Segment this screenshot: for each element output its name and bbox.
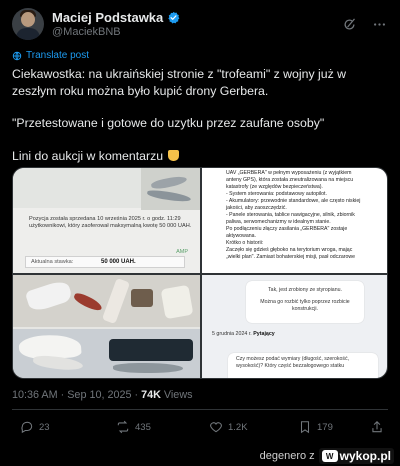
tweet-header: Maciej Podstawka @MaciekBNB <box>12 8 388 40</box>
description-line: paliwa, serwomechanizmy w idealnym stani… <box>226 219 331 225</box>
media-image-description[interactable]: UAV „GERBERA" w pełnym wyposażeniu (z wy… <box>202 168 387 273</box>
description-line: Po podłączeniu złączy zasilania „GERBERA… <box>226 226 348 232</box>
chat-reply-bubble: Tak, jest zrobiony ze styropianu. Można … <box>246 281 364 323</box>
watermark-site: wykop.pl <box>339 449 391 463</box>
more-options-icon[interactable] <box>370 15 388 33</box>
description-line: katastrofy (ze względów bezpieczeństwa). <box>226 184 323 190</box>
tweet-date[interactable]: Sep 10, 2025 <box>67 389 131 401</box>
chat-date-line: 5 grudnia 2024 r. Pytający <box>212 331 275 337</box>
drone-photo <box>13 275 200 327</box>
heart-icon <box>210 422 222 433</box>
listing-sold-text: Pozycja została sprzedana 10 września 20… <box>29 216 192 229</box>
current-bid-row: Aktualna stawka: 50 000 UAH. <box>25 256 185 268</box>
wykop-logo-icon: W <box>321 450 338 462</box>
description-line: - Akumulatory: przewodnie standardowe, a… <box>226 198 361 204</box>
divider <box>12 409 388 410</box>
avatar[interactable] <box>12 8 44 40</box>
current-bid-value: 50 000 UAH. <box>101 259 136 265</box>
description-line: - Panele sterowania, tablice nawigacyjne… <box>226 212 355 218</box>
bookmark-icon <box>300 421 310 434</box>
chat-reply-line: Tak, jest zrobiony ze styropianu. <box>268 287 342 293</box>
views-label: Views <box>163 389 193 401</box>
description-line: Zaczęło się gdzieś głęboko na terytorium… <box>226 247 353 253</box>
tweet-paragraph: "Przetestowane i gotowe do uzytku przez … <box>12 116 325 130</box>
share-icon <box>372 421 382 433</box>
tweet-paragraph: Lini do aukcji w komentarzu <box>12 148 164 163</box>
repost-button[interactable]: 435 <box>116 420 151 434</box>
wykop-watermark: W wykop.pl <box>318 448 394 464</box>
chat-question-bubble: Czy możesz podać wymiary (długość, szero… <box>228 353 378 378</box>
author-name[interactable]: Maciej Podstawka <box>52 10 163 25</box>
reply-button[interactable]: 23 <box>20 420 50 434</box>
description-line: „wielki plan". Zamiast bohaterskiej misj… <box>226 254 355 260</box>
description-line: Krótko o historii: <box>226 240 264 246</box>
translate-icon <box>12 51 22 60</box>
chat-date: 5 grudnia 2024 r. <box>212 331 252 337</box>
repost-icon <box>117 420 129 434</box>
repost-count: 435 <box>135 421 151 433</box>
tweet-paragraph-3: Lini do aukcji w komentarzu <box>12 148 388 165</box>
tweet-text: Ciekawostka: na ukraińskiej stronie z "t… <box>12 66 388 164</box>
media-grid[interactable]: Pozycja została sprzedana 10 września 20… <box>12 167 388 379</box>
tweet-meta: 10:36 AM · Sep 10, 2025 · 74K Views <box>12 389 193 401</box>
verified-badge-icon <box>168 11 180 24</box>
description-line: - System sterowania: podstawowy autopilo… <box>226 191 327 197</box>
bookmark-count: 179 <box>317 421 333 433</box>
current-bid-label: Aktualna stawka: <box>31 259 74 265</box>
like-count: 1.2K <box>228 421 248 433</box>
tweet-paragraph: Ciekawostka: na ukraińskiej stronie z "t… <box>12 67 347 98</box>
listing-drone-photo <box>141 168 200 210</box>
translate-post-link[interactable]: Translate post <box>12 50 388 61</box>
description-text: UAV „GERBERA" w pełnym wyposażeniu (z wy… <box>226 170 382 261</box>
description-line: aktywowana. <box>226 233 256 239</box>
description-line: UAV „GERBERA" w pełnym wyposażeniu (z wy… <box>226 170 352 176</box>
chat-reply-line: Można go rozbić tylko poprzez rozbicie k… <box>260 299 350 312</box>
reply-count: 23 <box>39 421 50 433</box>
share-button[interactable] <box>370 420 384 434</box>
pointing-down-emoji-icon <box>168 149 180 161</box>
author-handle[interactable]: @MaciekBNB <box>52 26 328 38</box>
reply-icon <box>21 421 33 434</box>
bookmark-button[interactable]: 179 <box>298 420 333 434</box>
chat-author: Pytający <box>253 331 275 337</box>
grok-icon[interactable] <box>340 15 358 33</box>
watermark-bar: degenero z W wykop.pl <box>0 446 400 466</box>
translate-post-label[interactable]: Translate post <box>26 50 89 61</box>
view-count: 74K <box>141 389 161 401</box>
media-image-chat[interactable]: Tak, jest zrobiony ze styropianu. Można … <box>202 275 387 378</box>
tweet-time[interactable]: 10:36 AM <box>12 389 58 401</box>
description-line: anteny GPS), która została zneutralizowa… <box>226 177 354 183</box>
description-line: jakości, aby zaoszczędzić. <box>226 205 287 211</box>
drone-photo <box>13 329 200 378</box>
media-image-listing[interactable]: Pozycja została sprzedana 10 września 20… <box>13 168 200 273</box>
media-image-drones[interactable] <box>13 275 200 378</box>
like-button[interactable]: 1.2K <box>209 420 248 434</box>
amp-label: AMP <box>176 249 188 255</box>
author-block[interactable]: Maciej Podstawka @MaciekBNB <box>52 10 328 38</box>
action-bar: 23 435 1.2K 179 <box>12 418 388 436</box>
watermark-user: degenero z <box>259 450 315 462</box>
